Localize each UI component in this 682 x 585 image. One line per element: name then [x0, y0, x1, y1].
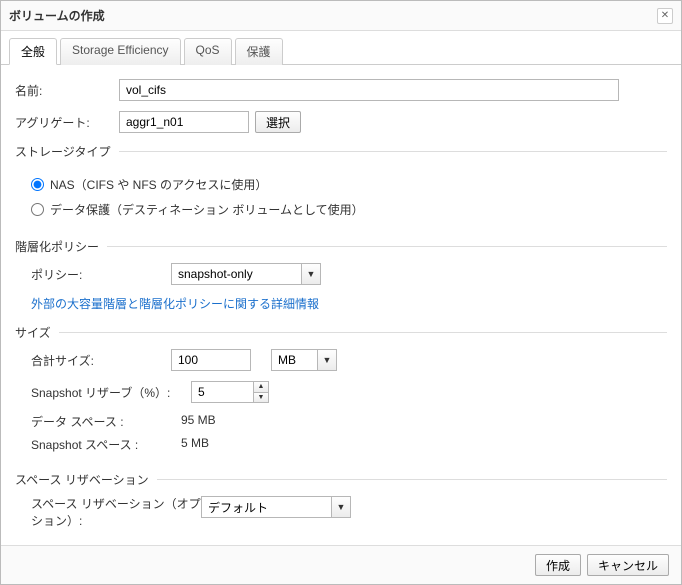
- space-reservation-option-label: スペース リザベーション（オプション）:: [31, 496, 201, 530]
- content: 名前: アグリゲート: 選択 ストレージタイプ NAS（CIFS や NFS の…: [1, 65, 681, 545]
- spinner-down-icon[interactable]: ▼: [254, 393, 268, 403]
- size-legend: サイズ: [15, 324, 667, 341]
- data-space-label: データ スペース :: [31, 413, 181, 430]
- size-unit-input[interactable]: [271, 349, 317, 371]
- create-volume-dialog: ボリュームの作成 ✕ 全般 Storage Efficiency QoS 保護 …: [0, 0, 682, 585]
- chevron-down-icon[interactable]: ▼: [301, 263, 321, 285]
- snapshot-space-value: 5 MB: [181, 436, 209, 453]
- tabs: 全般 Storage Efficiency QoS 保護: [1, 31, 681, 65]
- dialog-title: ボリュームの作成: [9, 7, 105, 24]
- chevron-down-icon[interactable]: ▼: [331, 496, 351, 518]
- name-label: 名前:: [15, 82, 119, 99]
- spinner-up-icon[interactable]: ▲: [254, 382, 268, 393]
- space-reservation-combo[interactable]: ▼: [201, 496, 351, 518]
- aggregate-input[interactable]: [119, 111, 249, 133]
- total-size-label: 合計サイズ:: [31, 352, 171, 369]
- space-reservation-legend: スペース リザベーション: [15, 471, 667, 488]
- storage-type-dp-radio[interactable]: [31, 203, 44, 216]
- chevron-down-icon[interactable]: ▼: [317, 349, 337, 371]
- policy-combo[interactable]: ▼: [171, 263, 321, 285]
- storage-type-dp-label: データ保護（デスティネーション ボリュームとして使用）: [50, 201, 364, 218]
- name-input[interactable]: [119, 79, 619, 101]
- tab-general[interactable]: 全般: [9, 38, 57, 65]
- snapshot-reserve-input[interactable]: [191, 381, 253, 403]
- storage-type-legend: ストレージタイプ: [15, 143, 667, 160]
- size-unit-combo[interactable]: ▼: [271, 349, 337, 371]
- aggregate-select-button[interactable]: 選択: [255, 111, 301, 133]
- snapshot-reserve-label: Snapshot リザーブ（%）:: [31, 384, 191, 401]
- space-reservation-input[interactable]: [201, 496, 331, 518]
- data-space-value: 95 MB: [181, 413, 216, 430]
- tiering-info-link[interactable]: 外部の大容量階層と階層化ポリシーに関する詳細情報: [31, 295, 667, 312]
- titlebar: ボリュームの作成 ✕: [1, 1, 681, 31]
- snapshot-reserve-spinner[interactable]: ▲ ▼: [191, 381, 269, 403]
- create-button[interactable]: 作成: [535, 554, 581, 576]
- snapshot-space-label: Snapshot スペース :: [31, 436, 181, 453]
- cancel-button[interactable]: キャンセル: [587, 554, 669, 576]
- policy-input[interactable]: [171, 263, 301, 285]
- total-size-input[interactable]: [171, 349, 251, 371]
- tab-storage-efficiency[interactable]: Storage Efficiency: [60, 38, 181, 65]
- tab-protection[interactable]: 保護: [235, 38, 283, 65]
- tiering-legend: 階層化ポリシー: [15, 238, 667, 255]
- close-icon[interactable]: ✕: [657, 8, 673, 24]
- policy-label: ポリシー:: [31, 266, 171, 283]
- footer: 作成 キャンセル: [1, 545, 681, 584]
- aggregate-label: アグリゲート:: [15, 114, 119, 131]
- tab-qos[interactable]: QoS: [184, 38, 232, 65]
- storage-type-nas-radio[interactable]: [31, 178, 44, 191]
- storage-type-nas-label: NAS（CIFS や NFS のアクセスに使用）: [50, 176, 267, 193]
